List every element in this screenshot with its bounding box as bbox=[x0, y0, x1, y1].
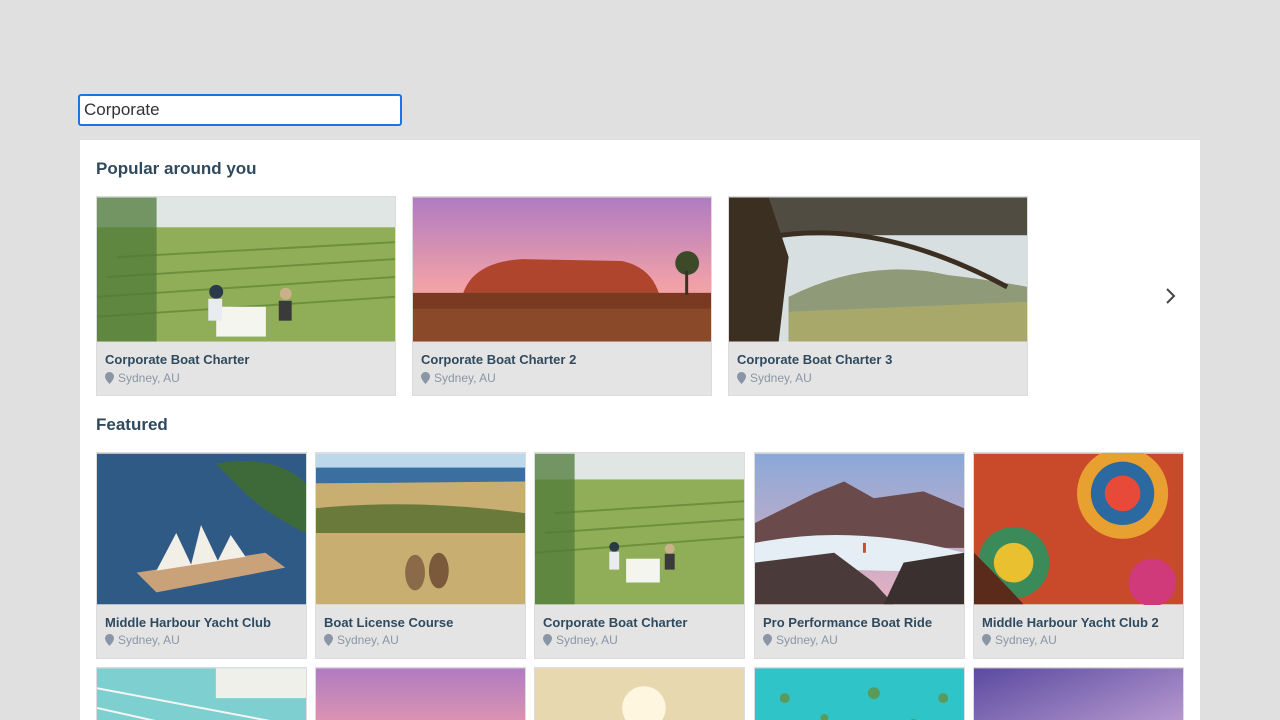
card-location: Sydney, AU bbox=[105, 633, 180, 647]
location-pin-icon bbox=[763, 634, 772, 646]
featured-card[interactable]: Middle Harbour Yacht Club 2 Sydney, AU bbox=[973, 452, 1184, 659]
popular-section-title: Popular around you bbox=[96, 159, 257, 178]
popular-card[interactable]: Corporate Boat Charter 3 Sydney, AU bbox=[728, 196, 1028, 396]
location-text: Sydney, AU bbox=[434, 371, 496, 385]
featured-card[interactable] bbox=[534, 667, 745, 720]
card-location: Sydney, AU bbox=[763, 633, 838, 647]
location-pin-icon bbox=[105, 372, 114, 384]
popular-card[interactable]: Corporate Boat Charter 2 Sydney, AU bbox=[412, 196, 712, 396]
card-title: Corporate Boat Charter 2 bbox=[421, 352, 577, 367]
location-pin-icon bbox=[105, 634, 114, 646]
sunset-hills-image bbox=[535, 668, 744, 720]
turquoise-reef-image bbox=[755, 668, 964, 720]
card-title: Corporate Boat Charter 3 bbox=[737, 352, 893, 367]
chevron-right-icon bbox=[1166, 288, 1176, 304]
vineyard-picnic-image bbox=[535, 453, 744, 605]
card-title: Middle Harbour Yacht Club bbox=[105, 615, 271, 630]
card-title: Corporate Boat Charter bbox=[543, 615, 688, 630]
card-location: Sydney, AU bbox=[982, 633, 1057, 647]
location-text: Sydney, AU bbox=[995, 633, 1057, 647]
location-pin-icon bbox=[543, 634, 552, 646]
location-text: Sydney, AU bbox=[776, 633, 838, 647]
opera-house-image bbox=[97, 453, 306, 605]
pink-sky-image bbox=[316, 668, 525, 720]
featured-card[interactable] bbox=[973, 667, 1184, 720]
location-text: Sydney, AU bbox=[556, 633, 618, 647]
location-pin-icon bbox=[421, 372, 430, 384]
featured-card[interactable] bbox=[96, 667, 307, 720]
kangaroos-image bbox=[316, 453, 525, 605]
location-text: Sydney, AU bbox=[750, 371, 812, 385]
search-input[interactable] bbox=[78, 94, 402, 126]
vineyard-picnic-image bbox=[97, 197, 395, 342]
results-panel: Popular around you Corporate Boat Charte… bbox=[80, 140, 1200, 720]
location-text: Sydney, AU bbox=[118, 633, 180, 647]
featured-card[interactable]: Boat License Course Sydney, AU bbox=[315, 452, 526, 659]
purple-sky-image bbox=[974, 668, 1183, 720]
featured-card[interactable]: Middle Harbour Yacht Club Sydney, AU bbox=[96, 452, 307, 659]
pool-image bbox=[97, 668, 306, 720]
card-title: Boat License Course bbox=[324, 615, 454, 630]
featured-card[interactable] bbox=[315, 667, 526, 720]
search-box[interactable] bbox=[78, 94, 402, 126]
uluru-sunset-image bbox=[413, 197, 711, 342]
featured-card[interactable]: Pro Performance Boat Ride Sydney, AU bbox=[754, 452, 965, 659]
card-location: Sydney, AU bbox=[421, 371, 496, 385]
card-location: Sydney, AU bbox=[543, 633, 618, 647]
card-title: Pro Performance Boat Ride bbox=[763, 615, 933, 630]
popular-card[interactable]: Corporate Boat Charter Sydney, AU bbox=[96, 196, 396, 396]
tree-valley-image bbox=[729, 197, 1027, 342]
featured-section-title: Featured bbox=[96, 415, 168, 434]
location-pin-icon bbox=[737, 372, 746, 384]
mountain-clouds-image bbox=[755, 453, 964, 605]
card-title: Middle Harbour Yacht Club 2 bbox=[982, 615, 1159, 630]
card-title: Corporate Boat Charter bbox=[105, 352, 250, 367]
carousel-next-button[interactable] bbox=[1160, 284, 1180, 308]
location-pin-icon bbox=[324, 634, 333, 646]
location-text: Sydney, AU bbox=[118, 371, 180, 385]
card-location: Sydney, AU bbox=[324, 633, 399, 647]
aboriginal-art-image bbox=[974, 453, 1183, 605]
card-location: Sydney, AU bbox=[105, 371, 180, 385]
featured-card[interactable] bbox=[754, 667, 965, 720]
location-pin-icon bbox=[982, 634, 991, 646]
card-location: Sydney, AU bbox=[737, 371, 812, 385]
featured-card[interactable]: Corporate Boat Charter Sydney, AU bbox=[534, 452, 745, 659]
location-text: Sydney, AU bbox=[337, 633, 399, 647]
